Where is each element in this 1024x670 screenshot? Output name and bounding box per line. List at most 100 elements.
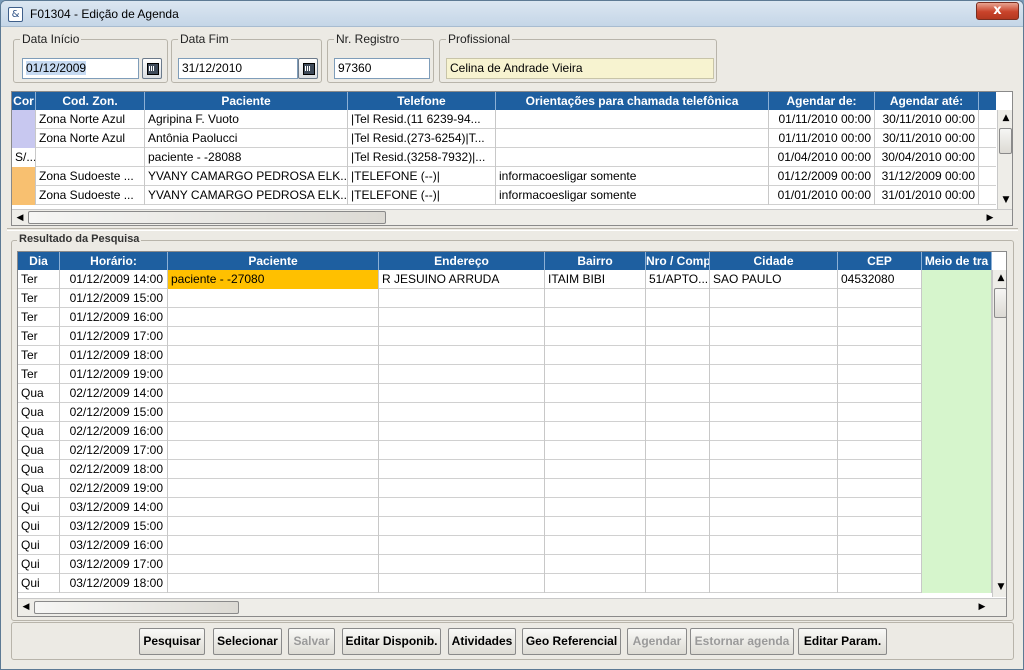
table-cell (710, 555, 838, 574)
table-row[interactable]: Zona Sudoeste ... YVANY CAMARGO PEDROSA E… (12, 186, 996, 205)
scroll-up-arrow-icon[interactable]: ▲ (998, 110, 1012, 126)
column-header[interactable]: Agendar até: (875, 92, 979, 110)
table-cell (710, 327, 838, 346)
data-fim-input[interactable]: 31/12/2010 (178, 58, 298, 79)
selecionar-button[interactable]: Selecionar (213, 628, 282, 655)
salvar-button[interactable]: Salvar (288, 628, 335, 655)
table-row[interactable]: Qua 02/12/2009 17:00 (18, 441, 992, 460)
table-cell (838, 441, 922, 460)
nr-registro-input[interactable]: 97360 (334, 58, 430, 79)
column-header[interactable]: Cod. Zon. (36, 92, 145, 110)
agendar-button[interactable]: Agendar (627, 628, 687, 655)
table-cell: informacoesligar somente (496, 167, 769, 186)
table-row[interactable]: S/... paciente - -28088 |Tel Resid.(3258-7… (12, 148, 996, 167)
table-cell: 30/04/2010 00:00 (875, 148, 979, 167)
table-cell (838, 574, 922, 593)
table-cell: YVANY CAMARGO PEDROSA ELK... (145, 167, 348, 186)
table-cell (496, 148, 769, 167)
atividades-button[interactable]: Atividades (448, 628, 516, 655)
table-cell (710, 422, 838, 441)
appointments-vscroll[interactable]: ▲ ▼ (997, 110, 1012, 209)
column-header[interactable]: Cor (12, 92, 36, 110)
table-cell: 30/11/2010 00:00 (875, 110, 979, 129)
table-row[interactable]: Zona Norte Azul Agripina F. Vuoto |Tel Res… (12, 110, 996, 129)
column-header[interactable]: Paciente (168, 252, 379, 270)
close-button[interactable]: x (976, 2, 1019, 20)
table-row[interactable]: Qui 03/12/2009 15:00 (18, 517, 992, 536)
table-row[interactable]: Qua 02/12/2009 15:00 (18, 403, 992, 422)
editar-disponib-button[interactable]: Editar Disponib. (342, 628, 441, 655)
table-cell (379, 327, 545, 346)
scroll-right-arrow-icon[interactable]: ▶ (982, 210, 998, 225)
table-cell (646, 422, 710, 441)
table-cell (646, 365, 710, 384)
table-cell: 01/12/2009 18:00 (60, 346, 168, 365)
table-row[interactable]: Qua 02/12/2009 16:00 (18, 422, 992, 441)
column-header[interactable]: Agendar de: (769, 92, 875, 110)
table-row[interactable]: Qua 02/12/2009 14:00 (18, 384, 992, 403)
table-row[interactable]: Ter 01/12/2009 14:00 paciente - -27080 R JE… (18, 270, 992, 289)
column-header[interactable]: Dia (18, 252, 60, 270)
scroll-thumb[interactable] (999, 128, 1012, 154)
table-row[interactable]: Qua 02/12/2009 18:00 (18, 460, 992, 479)
table-cell (922, 365, 992, 384)
table-cell (838, 479, 922, 498)
column-header[interactable]: CEP (838, 252, 922, 270)
column-header[interactable]: Bairro (545, 252, 646, 270)
column-header[interactable]: Cidade (710, 252, 838, 270)
scroll-right-arrow-icon[interactable]: ▶ (974, 599, 990, 615)
table-cell: 01/12/2009 17:00 (60, 327, 168, 346)
table-row[interactable]: Ter 01/12/2009 17:00 (18, 327, 992, 346)
column-header[interactable]: Telefone (348, 92, 496, 110)
calendar-icon[interactable] (298, 58, 318, 79)
column-header[interactable]: Horário: (60, 252, 168, 270)
table-cell: Ter (18, 346, 60, 365)
table-row[interactable]: Ter 01/12/2009 18:00 (18, 346, 992, 365)
geo-referencial-button[interactable]: Geo Referencial (522, 628, 621, 655)
column-header[interactable]: Nro / Comp (646, 252, 710, 270)
data-inicio-input[interactable]: 01/12/2009 (22, 58, 139, 79)
table-cell (838, 327, 922, 346)
scroll-thumb[interactable] (994, 288, 1006, 318)
results-hscroll[interactable]: ◀ ▶ (18, 598, 1006, 616)
table-row[interactable]: Ter 01/12/2009 15:00 (18, 289, 992, 308)
table-cell: 31/12/2009 00:00 (875, 167, 979, 186)
scroll-left-arrow-icon[interactable]: ◀ (18, 599, 34, 615)
table-row[interactable]: Qui 03/12/2009 17:00 (18, 555, 992, 574)
calendar-icon[interactable] (142, 58, 162, 79)
appointments-table[interactable]: Cor Cod. Zon. Paciente Telefone Orientações … (11, 91, 1013, 226)
hscroll-thumb[interactable] (28, 211, 386, 224)
table-row[interactable]: Ter 01/12/2009 19:00 (18, 365, 992, 384)
scroll-left-arrow-icon[interactable]: ◀ (12, 210, 28, 225)
table-row[interactable]: Qua 02/12/2009 19:00 (18, 479, 992, 498)
table-cell (922, 308, 992, 327)
column-header[interactable]: Meio de tra (922, 252, 992, 270)
column-header[interactable]: Endereço (379, 252, 545, 270)
title-bar[interactable]: & F01304 - Edição de Agenda x (1, 1, 1023, 27)
hscroll-thumb[interactable] (34, 601, 239, 614)
table-row[interactable]: Zona Sudoeste ... YVANY CAMARGO PEDROSA E… (12, 167, 996, 186)
appointments-hscroll[interactable]: ◀ ▶ (12, 209, 1012, 225)
table-cell (379, 574, 545, 593)
column-header[interactable]: Orientações para chamada telefônica (496, 92, 769, 110)
table-cell (168, 308, 379, 327)
results-vscroll[interactable]: ▲ ▼ (992, 270, 1006, 597)
table-cell (838, 346, 922, 365)
estornar-agenda-button[interactable]: Estornar agenda (690, 628, 794, 655)
column-header[interactable]: Paciente (145, 92, 348, 110)
scroll-down-arrow-icon[interactable]: ▼ (993, 579, 1006, 595)
table-cell (168, 498, 379, 517)
table-cell: 01/12/2009 16:00 (60, 308, 168, 327)
table-row[interactable]: Qui 03/12/2009 18:00 (18, 574, 992, 593)
table-row[interactable]: Zona Norte Azul Antônia Paolucci |Tel Resi… (12, 129, 996, 148)
table-cell (545, 479, 646, 498)
table-row[interactable]: Ter 01/12/2009 16:00 (18, 308, 992, 327)
results-table[interactable]: Dia Horário: Paciente Endereço Bairro Nro / C… (17, 251, 1007, 617)
editar-param-button[interactable]: Editar Param. (798, 628, 887, 655)
scroll-up-arrow-icon[interactable]: ▲ (993, 270, 1006, 286)
scroll-down-arrow-icon[interactable]: ▼ (998, 192, 1012, 208)
pesquisar-button[interactable]: Pesquisar (139, 628, 205, 655)
table-row[interactable]: Qui 03/12/2009 14:00 (18, 498, 992, 517)
table-row[interactable]: Qui 03/12/2009 16:00 (18, 536, 992, 555)
table-cell (168, 517, 379, 536)
